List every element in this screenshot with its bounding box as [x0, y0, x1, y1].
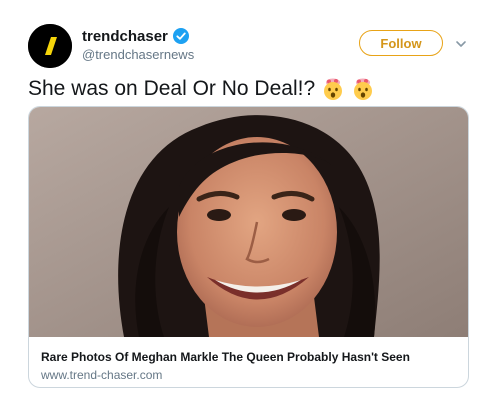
- exploding-head-icon: [321, 77, 345, 101]
- tweet-text-content: She was on Deal Or No Deal!?: [28, 77, 316, 100]
- avatar[interactable]: [28, 24, 72, 68]
- tweet-text: She was on Deal Or No Deal!?: [28, 74, 375, 104]
- follow-button[interactable]: Follow: [359, 30, 443, 56]
- name-row: trendchaser: [82, 26, 189, 46]
- display-name[interactable]: trendchaser: [82, 28, 168, 45]
- chevron-down-icon[interactable]: [455, 37, 467, 49]
- trendchaser-logo-icon: [28, 24, 72, 68]
- card-photo[interactable]: [29, 107, 468, 337]
- card-domain: www.trend-chaser.com: [41, 368, 163, 382]
- user-handle[interactable]: @trendchasernews: [82, 47, 194, 62]
- link-card[interactable]: Rare Photos Of Meghan Markle The Queen P…: [28, 106, 469, 388]
- exploding-head-icon: [351, 77, 375, 101]
- card-title[interactable]: Rare Photos Of Meghan Markle The Queen P…: [41, 350, 461, 364]
- verified-badge-icon: [172, 28, 189, 44]
